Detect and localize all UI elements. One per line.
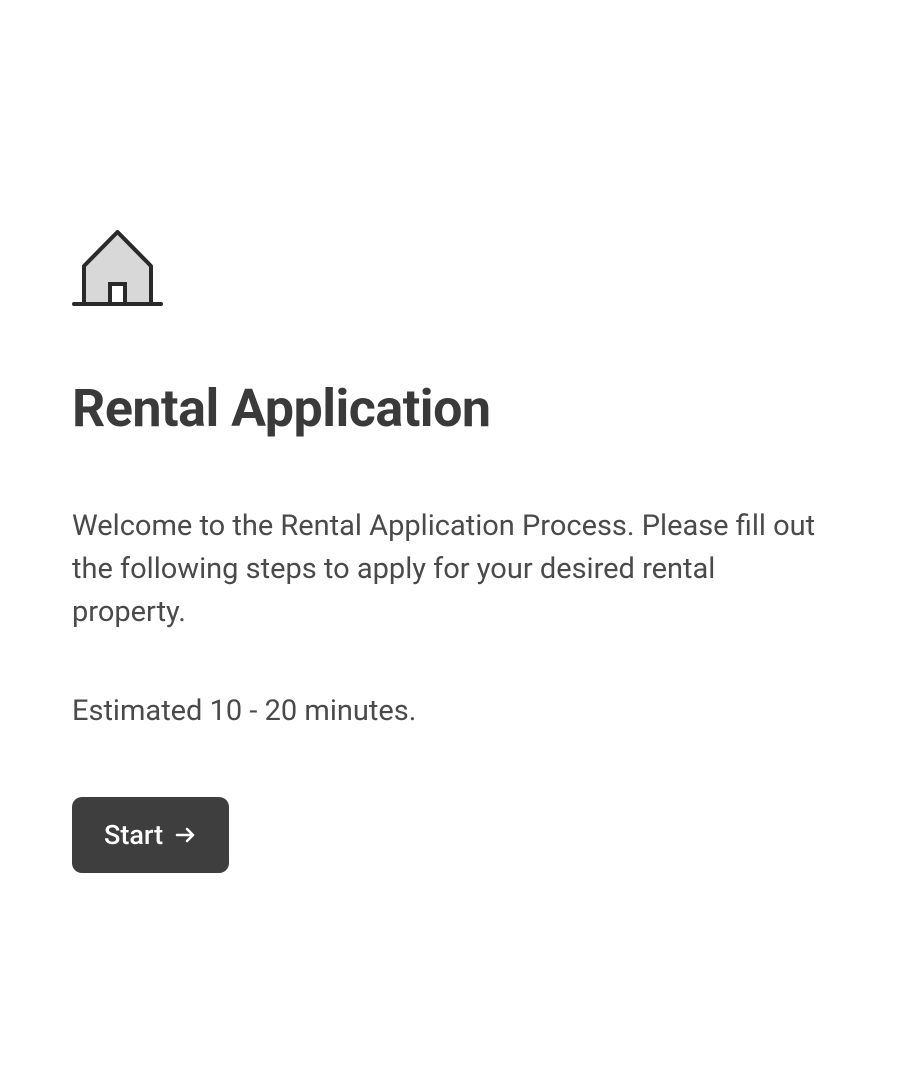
page-title: Rental Application xyxy=(72,380,828,437)
arrow-right-icon xyxy=(173,823,197,847)
icon-wrapper xyxy=(72,230,828,308)
description-text: Welcome to the Rental Application Proces… xyxy=(72,505,828,634)
house-icon xyxy=(72,230,828,308)
start-button[interactable]: Start xyxy=(72,797,229,873)
start-button-label: Start xyxy=(104,819,163,851)
estimate-text: Estimated 10 - 20 minutes. xyxy=(72,690,828,733)
